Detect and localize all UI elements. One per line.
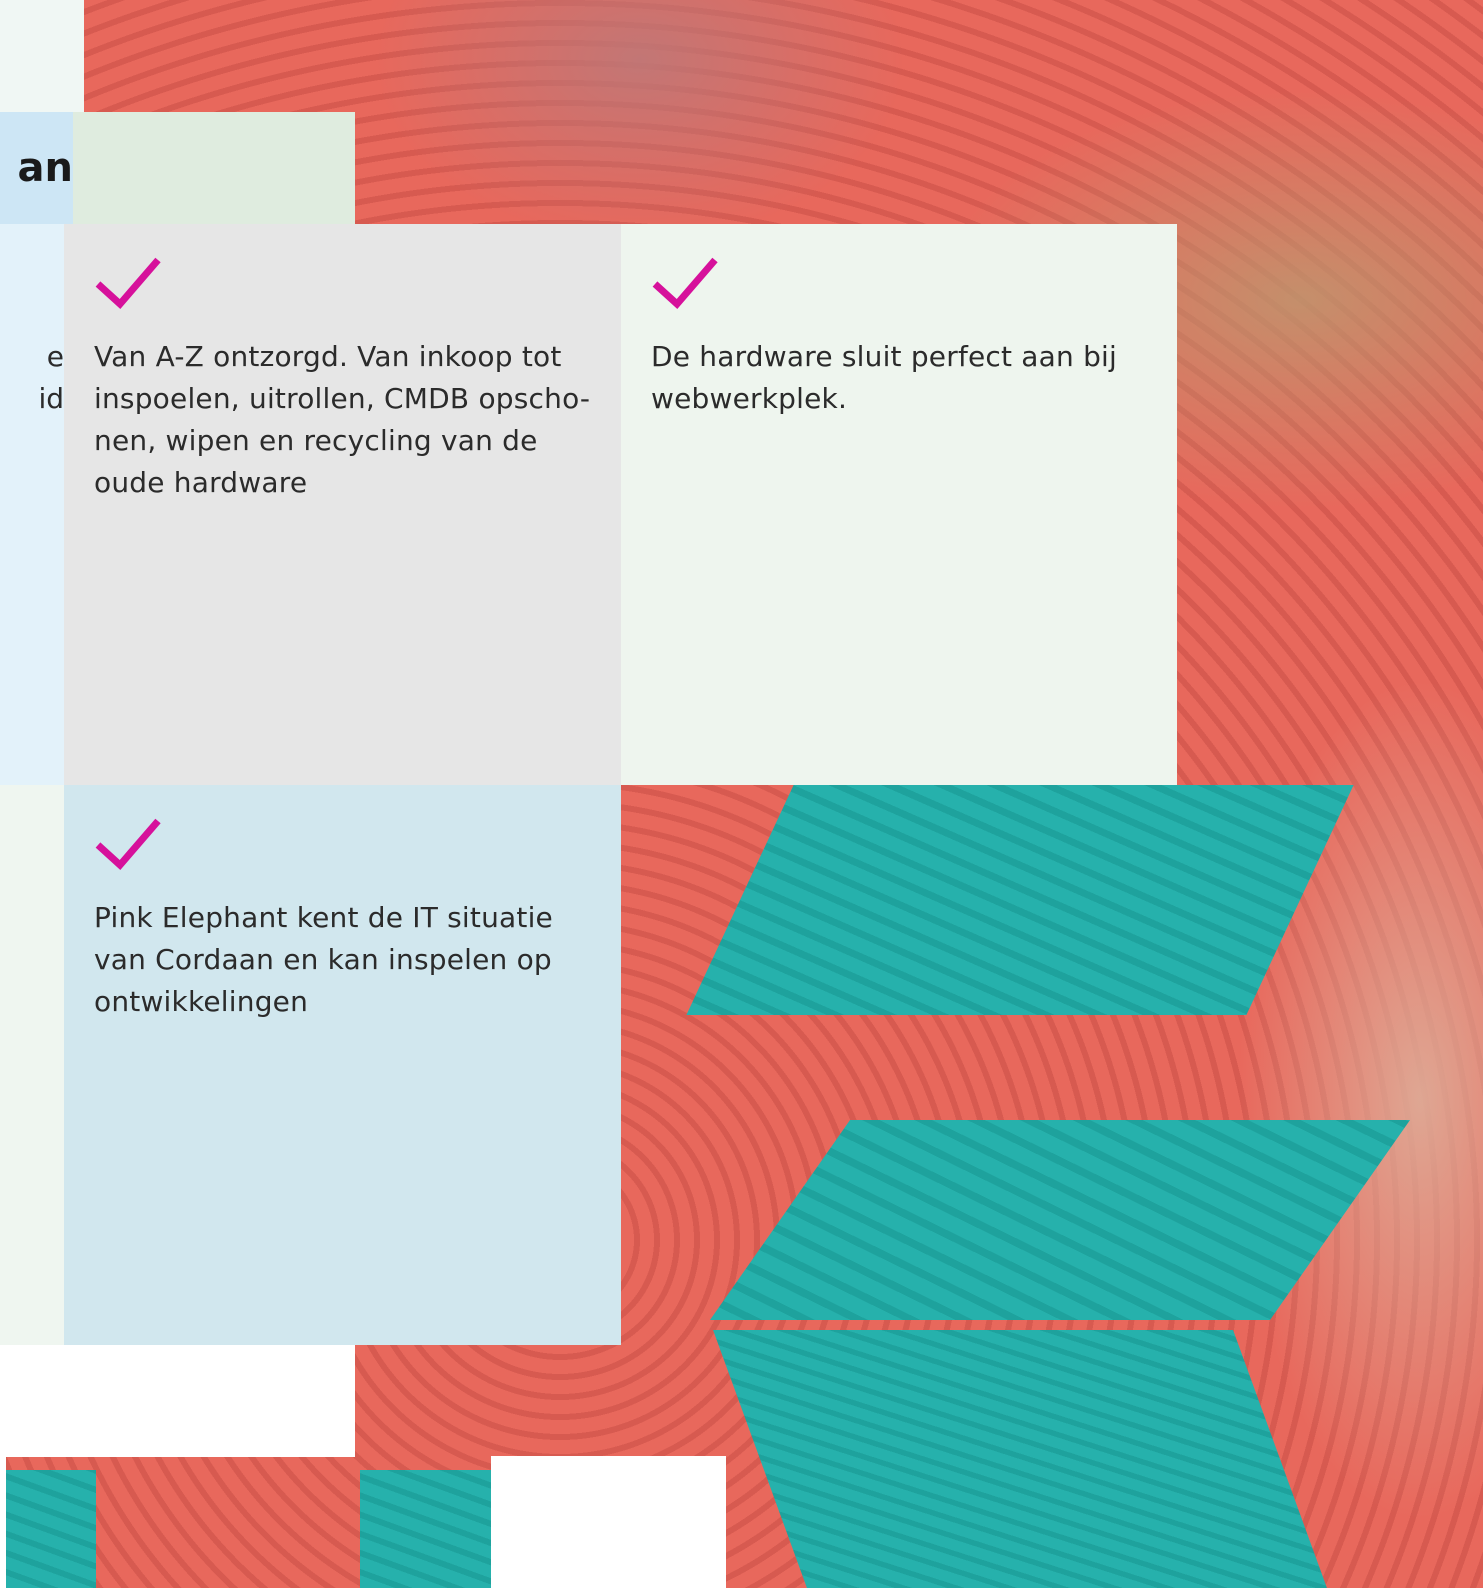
bottom-white-panel xyxy=(0,1345,355,1457)
top-left-panel xyxy=(0,0,84,112)
benefit-card: Pink Elephant kent de IT situatie van Co… xyxy=(64,785,621,1345)
benefit-text: Pink Elephant kent de IT situatie van Co… xyxy=(94,901,553,1018)
photo-teal-band xyxy=(360,1470,500,1588)
partial-text-line: e xyxy=(46,340,64,373)
photo-teal-band xyxy=(686,785,1354,1015)
checkmark-icon xyxy=(95,818,161,871)
bottom-white-panel xyxy=(0,1457,6,1588)
checkmark-icon xyxy=(95,257,161,310)
photo-teal-band xyxy=(6,1470,96,1588)
benefit-card: De hardware sluit perfect aan bij webwer… xyxy=(621,224,1177,785)
partial-heading: an xyxy=(0,112,73,224)
bottom-white-panel xyxy=(491,1456,726,1588)
benefit-card: Van A-Z ontzorgd. Van inkoop tot inspoel… xyxy=(64,224,621,785)
photo-teal-band xyxy=(713,1330,1327,1588)
left-blue-panel xyxy=(0,224,64,785)
left-mint-panel xyxy=(0,785,64,1345)
checkmark-icon xyxy=(652,257,718,310)
top-mint-panel xyxy=(73,112,355,224)
benefit-text: Van A-Z ontzorgd. Van inkoop tot inspoel… xyxy=(94,340,591,499)
benefit-text: De hardware sluit perfect aan bij webwer… xyxy=(651,340,1118,415)
partial-text-line: id xyxy=(38,382,64,415)
